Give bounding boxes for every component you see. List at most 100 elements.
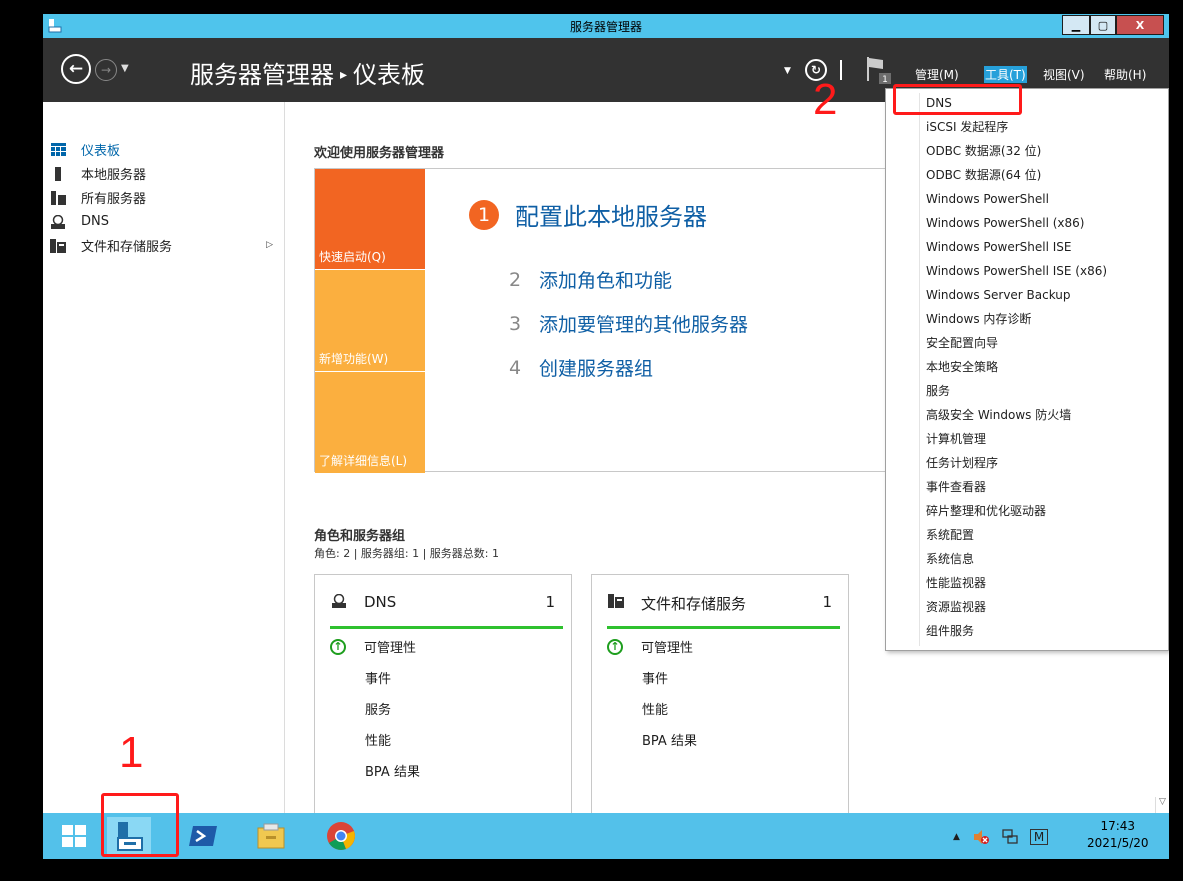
back-arrow-icon[interactable]: ← — [61, 54, 91, 84]
desktop-screen: 服务器管理器 ▁ ▢ X ← → ▼ 服务器管理器 ▸ 仪表板 ▼ ↻ 1 管理(M… — [43, 14, 1169, 859]
menu-help[interactable]: 帮助(H) — [1104, 66, 1146, 83]
window-title: 服务器管理器 — [569, 20, 642, 34]
tools-item-odbc-32[interactable]: ODBC 数据源(32 位) — [926, 139, 1041, 163]
step-link[interactable]: 添加角色和功能 — [539, 266, 672, 293]
tools-item-task-scheduler[interactable]: 任务计划程序 — [926, 451, 998, 475]
step-number: 1 — [469, 199, 499, 230]
history-dropdown-icon[interactable]: ▼ — [121, 63, 129, 74]
card-row-events[interactable]: 事件 — [642, 668, 668, 687]
card-row-bpa[interactable]: BPA 结果 — [642, 730, 697, 749]
tools-item-component-services[interactable]: 组件服务 — [926, 619, 974, 643]
tools-item-powershell-x86[interactable]: Windows PowerShell (x86) — [926, 211, 1084, 235]
tile-quick-start[interactable]: 快速启动(Q) — [315, 169, 425, 269]
clock-date: 2021/5/20 — [1087, 836, 1149, 850]
card-row-label: 可管理性 — [641, 641, 694, 656]
tools-item-powershell-ise[interactable]: Windows PowerShell ISE — [926, 235, 1072, 259]
tile-whats-new[interactable]: 新增功能(W) — [315, 269, 425, 371]
card-title: DNS — [364, 593, 397, 611]
role-card-dns[interactable]: DNS 1 ↑ 可管理性 事件 服务 性能 BPA 结果 — [314, 574, 572, 813]
card-row-events[interactable]: 事件 — [365, 668, 391, 687]
card-row-services[interactable]: 服务 — [365, 699, 391, 718]
menu-view[interactable]: 视图(V) — [1043, 66, 1085, 83]
card-row-manageability[interactable]: ↑ 可管理性 — [607, 637, 693, 656]
sidebar-item-file-storage[interactable]: 文件和存储服务 ▷ — [50, 234, 283, 257]
sidebar-item-local-server[interactable]: 本地服务器 — [50, 162, 283, 185]
menu-manage[interactable]: 管理(M) — [915, 66, 959, 83]
tools-item-powershell-ise-x86[interactable]: Windows PowerShell ISE (x86) — [926, 259, 1107, 283]
card-row-performance[interactable]: 性能 — [642, 699, 668, 718]
sidebar-item-all-servers[interactable]: 所有服务器 — [50, 186, 283, 209]
taskbar: ▲ M 17:43 2021/5/20 — [43, 813, 1169, 859]
tools-item-iscsi[interactable]: iSCSI 发起程序 — [926, 115, 1008, 139]
step-link[interactable]: 创建服务器组 — [539, 354, 653, 381]
tools-item-security-wizard[interactable]: 安全配置向导 — [926, 331, 998, 355]
volume-muted-icon[interactable] — [972, 829, 990, 845]
card-header[interactable]: DNS 1 — [330, 589, 563, 629]
roles-section-title: 角色和服务器组 — [314, 529, 406, 544]
sidebar-item-label: 仪表板 — [81, 144, 121, 159]
network-icon[interactable] — [1002, 829, 1018, 845]
dashboard-icon — [50, 143, 66, 157]
taskbar-powershell[interactable] — [181, 817, 225, 855]
maximize-button[interactable]: ▢ — [1090, 15, 1116, 35]
step-add-roles[interactable]: 2 添加角色和功能 — [509, 266, 672, 293]
card-row-performance[interactable]: 性能 — [365, 730, 391, 749]
tray-expand-icon[interactable]: ▲ — [953, 832, 960, 842]
close-button[interactable]: X — [1116, 15, 1164, 35]
sidebar-item-label: 本地服务器 — [81, 168, 147, 183]
menu-tools[interactable]: 工具(T) — [984, 66, 1027, 83]
clock-time: 17:43 — [1100, 819, 1136, 833]
tools-item-odbc-64[interactable]: ODBC 数据源(64 位) — [926, 163, 1041, 187]
tile-learn-more[interactable]: 了解详细信息(L) — [315, 371, 425, 473]
step-link[interactable]: 添加要管理的其他服务器 — [539, 310, 748, 337]
step-create-group[interactable]: 4 创建服务器组 — [509, 354, 653, 381]
sidebar-item-dns[interactable]: DNS — [50, 210, 283, 233]
forward-arrow-icon[interactable]: → — [95, 59, 117, 81]
card-header[interactable]: 文件和存储服务 1 — [607, 589, 840, 629]
expand-arrow-icon[interactable]: ▷ — [266, 240, 273, 250]
window-title-bar[interactable]: 服务器管理器 ▁ ▢ X — [43, 14, 1169, 38]
header-dropdown-icon[interactable]: ▼ — [784, 66, 791, 76]
notification-flag-icon[interactable]: 1 — [865, 55, 893, 85]
sidebar-item-label: 文件和存储服务 — [81, 240, 173, 255]
tools-item-event-viewer[interactable]: 事件查看器 — [926, 475, 986, 499]
tools-item-system-info[interactable]: 系统信息 — [926, 547, 974, 571]
sidebar-item-label: 所有服务器 — [81, 192, 147, 207]
card-count: 1 — [822, 593, 832, 611]
step-add-servers[interactable]: 3 添加要管理的其他服务器 — [509, 310, 748, 337]
tools-item-defrag[interactable]: 碎片整理和优化驱动器 — [926, 499, 1046, 523]
tools-item-local-security-policy[interactable]: 本地安全策略 — [926, 355, 998, 379]
annotation-box-taskbar — [101, 793, 179, 857]
taskbar-file-explorer[interactable] — [249, 817, 293, 855]
breadcrumb-root[interactable]: 服务器管理器 — [190, 61, 334, 89]
minimize-button[interactable]: ▁ — [1062, 15, 1090, 35]
scroll-down-arrow-icon[interactable]: ▽ — [1155, 797, 1169, 813]
step-configure-local-server[interactable]: 1 配置此本地服务器 — [469, 197, 707, 232]
step-number: 3 — [509, 312, 522, 335]
chrome-icon — [327, 822, 355, 850]
tools-item-resource-monitor[interactable]: 资源监视器 — [926, 595, 986, 619]
card-row-label: 可管理性 — [364, 641, 417, 656]
powershell-icon — [189, 826, 217, 846]
notification-count: 1 — [882, 75, 888, 85]
tools-item-server-backup[interactable]: Windows Server Backup — [926, 283, 1071, 307]
taskbar-clock[interactable]: 17:43 2021/5/20 — [1087, 818, 1149, 852]
tools-item-services[interactable]: 服务 — [926, 379, 950, 403]
card-row-manageability[interactable]: ↑ 可管理性 — [330, 637, 416, 656]
folder-icon — [257, 823, 285, 849]
tools-item-performance-monitor[interactable]: 性能监视器 — [926, 571, 986, 595]
tools-item-system-config[interactable]: 系统配置 — [926, 523, 974, 547]
tools-item-memory-diagnostic[interactable]: Windows 内存诊断 — [926, 307, 1031, 331]
taskbar-chrome[interactable] — [319, 817, 363, 855]
tools-item-firewall[interactable]: 高级安全 Windows 防火墙 — [926, 403, 1071, 427]
role-card-file-storage[interactable]: 文件和存储服务 1 ↑ 可管理性 事件 性能 BPA 结果 — [591, 574, 849, 813]
start-button[interactable] — [52, 817, 96, 855]
input-method-indicator[interactable]: M — [1029, 829, 1049, 845]
step-link[interactable]: 配置此本地服务器 — [515, 197, 707, 232]
card-row-bpa[interactable]: BPA 结果 — [365, 761, 420, 780]
tools-item-computer-management[interactable]: 计算机管理 — [926, 427, 986, 451]
sidebar-item-dashboard[interactable]: 仪表板 — [50, 138, 283, 161]
tools-item-powershell[interactable]: Windows PowerShell — [926, 187, 1049, 211]
card-title: 文件和存储服务 — [641, 595, 747, 613]
tools-dropdown-menu: DNS iSCSI 发起程序 ODBC 数据源(32 位) ODBC 数据源(6… — [885, 88, 1169, 651]
